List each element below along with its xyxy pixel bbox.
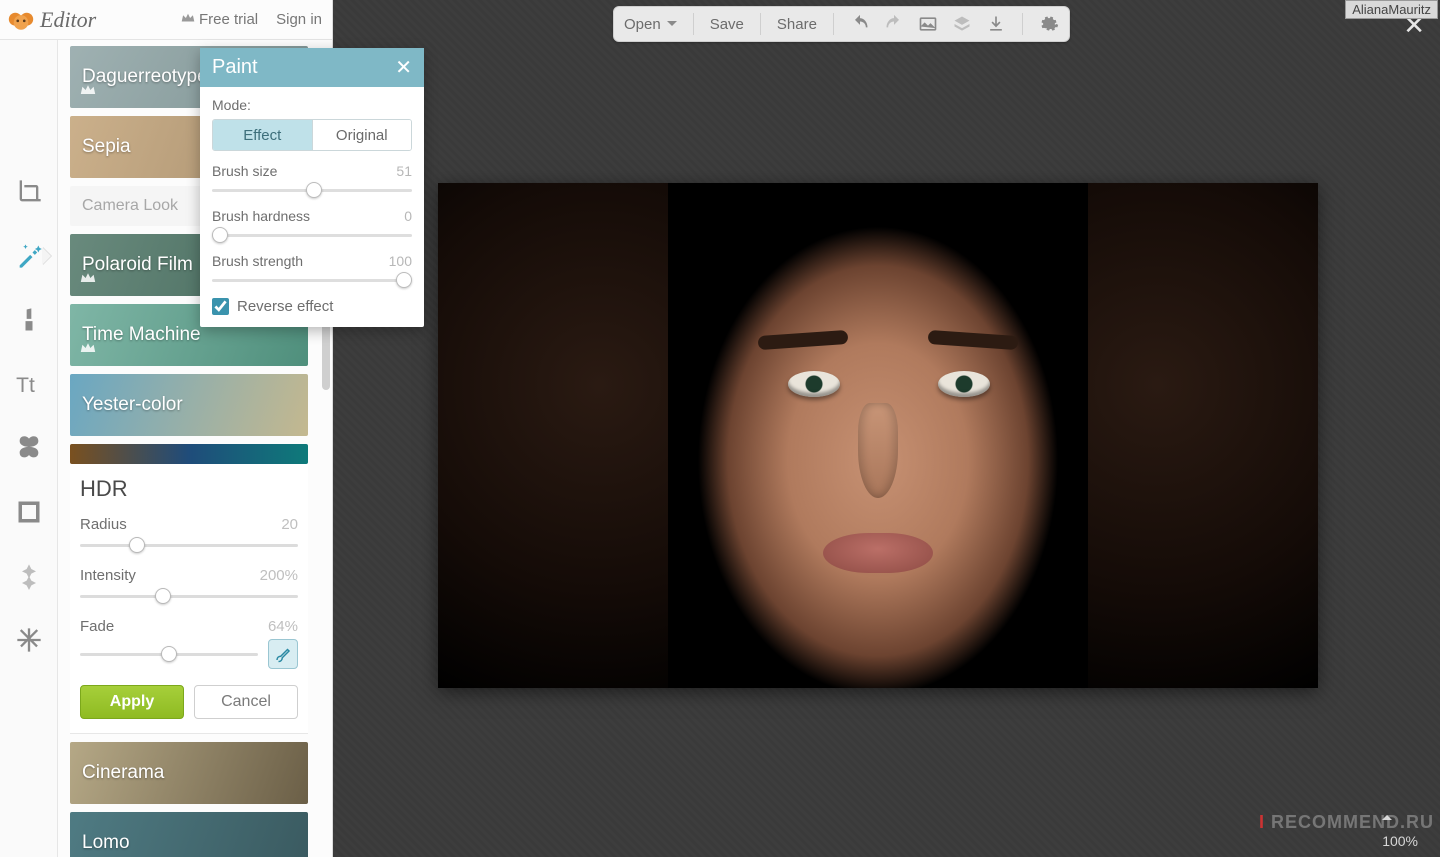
mode-effect-button[interactable]: Effect [213,120,312,150]
layers-icon [952,14,972,34]
crop-icon [15,178,43,206]
effect-lomo[interactable]: Lomo [70,812,308,857]
brush-size-label: Brush size [212,163,277,179]
hdr-intensity-value: 200% [260,567,298,584]
effect-label: Yester-color [82,394,183,416]
apply-button[interactable]: Apply [80,685,184,719]
brush-strength-value: 100 [389,253,412,269]
rail-themes[interactable] [12,623,46,657]
frame-icon [15,498,43,526]
brush-strength-label: Brush strength [212,253,303,269]
app-topbar: Editor Free trial Sign in [0,0,332,40]
effect-label: Sepia [82,136,131,158]
text-icon: Tt [15,370,43,398]
effect-label: Cinerama [82,762,164,784]
zoom-value: 100% [1382,833,1418,849]
brush-hardness-value: 0 [404,208,412,224]
canvas-area: Open Save Share ✕ AlianaMauritz 100% I R… [333,0,1440,857]
premium-badge [80,338,96,360]
rail-textures[interactable] [12,559,46,593]
hdr-radius-label: Radius [80,516,127,533]
rail-effects[interactable] [12,239,46,273]
share-button[interactable]: Share [777,16,817,33]
svg-text:Tt: Tt [16,374,35,397]
reverse-effect-checkbox[interactable]: Reverse effect [212,298,412,315]
hdr-fade-value: 64% [268,618,298,635]
mode-segmented: Effect Original [212,119,412,151]
rail-touchup[interactable] [12,303,46,337]
brush-size-value: 51 [396,163,412,179]
hdr-radius-value: 20 [281,516,298,533]
snowflake-icon [15,626,43,654]
watermark: I RECOMMEND.RU [1259,812,1434,833]
premium-badge [80,80,96,102]
brush-hardness-slider[interactable] [212,227,412,243]
rail-frames[interactable] [12,495,46,529]
crown-icon [181,12,195,24]
hdr-panel: HDR Radius 20 Intensity 200% Fade 64% Apply… [70,464,308,734]
redo-button[interactable] [884,14,904,34]
effect-label: Polaroid Film [82,254,193,276]
hdr-intensity-slider[interactable] [80,588,298,604]
hdr-radius-slider[interactable] [80,537,298,553]
undo-icon [850,14,870,34]
rail-overlays[interactable] [12,431,46,465]
effect-label: Daguerreotype [82,66,208,88]
effect-cinerama[interactable]: Cinerama [70,742,308,804]
sign-in-link[interactable]: Sign in [276,11,322,28]
hdr-intensity-label: Intensity [80,567,136,584]
rail-text[interactable]: Tt [12,367,46,401]
open-button[interactable]: Open [624,16,677,33]
image-canvas[interactable] [438,183,1318,688]
brush-hardness-label: Brush hardness [212,208,310,224]
effect-label: Lomo [82,832,130,854]
effect-label: Camera Look [82,197,178,215]
premium-badge [80,268,96,290]
reverse-effect-input[interactable] [212,298,229,315]
paint-popup: Paint ✕ Mode: Effect Original Brush size… [200,48,424,327]
free-trial-link[interactable]: Free trial [181,11,258,28]
fit-button[interactable] [918,14,938,34]
butterfly-icon [15,434,43,462]
free-trial-label: Free trial [199,11,258,28]
reverse-effect-label: Reverse effect [237,298,333,315]
user-tag: AlianaMauritz [1345,0,1438,19]
canvas-toolbar: Open Save Share [613,6,1070,42]
redo-icon [884,14,904,34]
brush-size-slider[interactable] [212,182,412,198]
effect-yester-color[interactable]: Yester-color [70,374,308,436]
cancel-button[interactable]: Cancel [194,685,298,719]
undo-button[interactable] [850,14,870,34]
download-icon [986,14,1006,34]
hdr-fade-slider[interactable] [80,646,258,662]
brush-strength-slider[interactable] [212,272,412,288]
settings-button[interactable] [1039,14,1059,34]
texture-icon [15,562,43,590]
mode-original-button[interactable]: Original [312,120,412,150]
brush-icon [274,645,292,663]
rail-crop[interactable] [12,175,46,209]
save-button[interactable]: Save [710,16,744,33]
effect-label: Time Machine [82,324,201,346]
lipstick-icon [15,306,43,334]
open-label: Open [624,16,661,33]
brand-name: Editor [40,7,96,33]
layers-button[interactable] [952,14,972,34]
chevron-down-icon [667,21,677,31]
brand: Editor [8,7,96,33]
paint-close-button[interactable]: ✕ [395,55,412,80]
tool-rail: Tt [0,40,58,857]
hdr-title: HDR [80,476,298,502]
paint-brush-button[interactable] [268,639,298,669]
hdr-fade-label: Fade [80,618,114,635]
magic-wand-icon [15,242,43,270]
mode-label: Mode: [212,97,412,113]
effect-hdr-thumb[interactable] [70,444,308,464]
paint-title: Paint [212,56,258,79]
gear-icon [1039,14,1059,34]
monkey-logo-icon [8,9,34,31]
download-button[interactable] [986,14,1006,34]
fit-icon [918,14,938,34]
